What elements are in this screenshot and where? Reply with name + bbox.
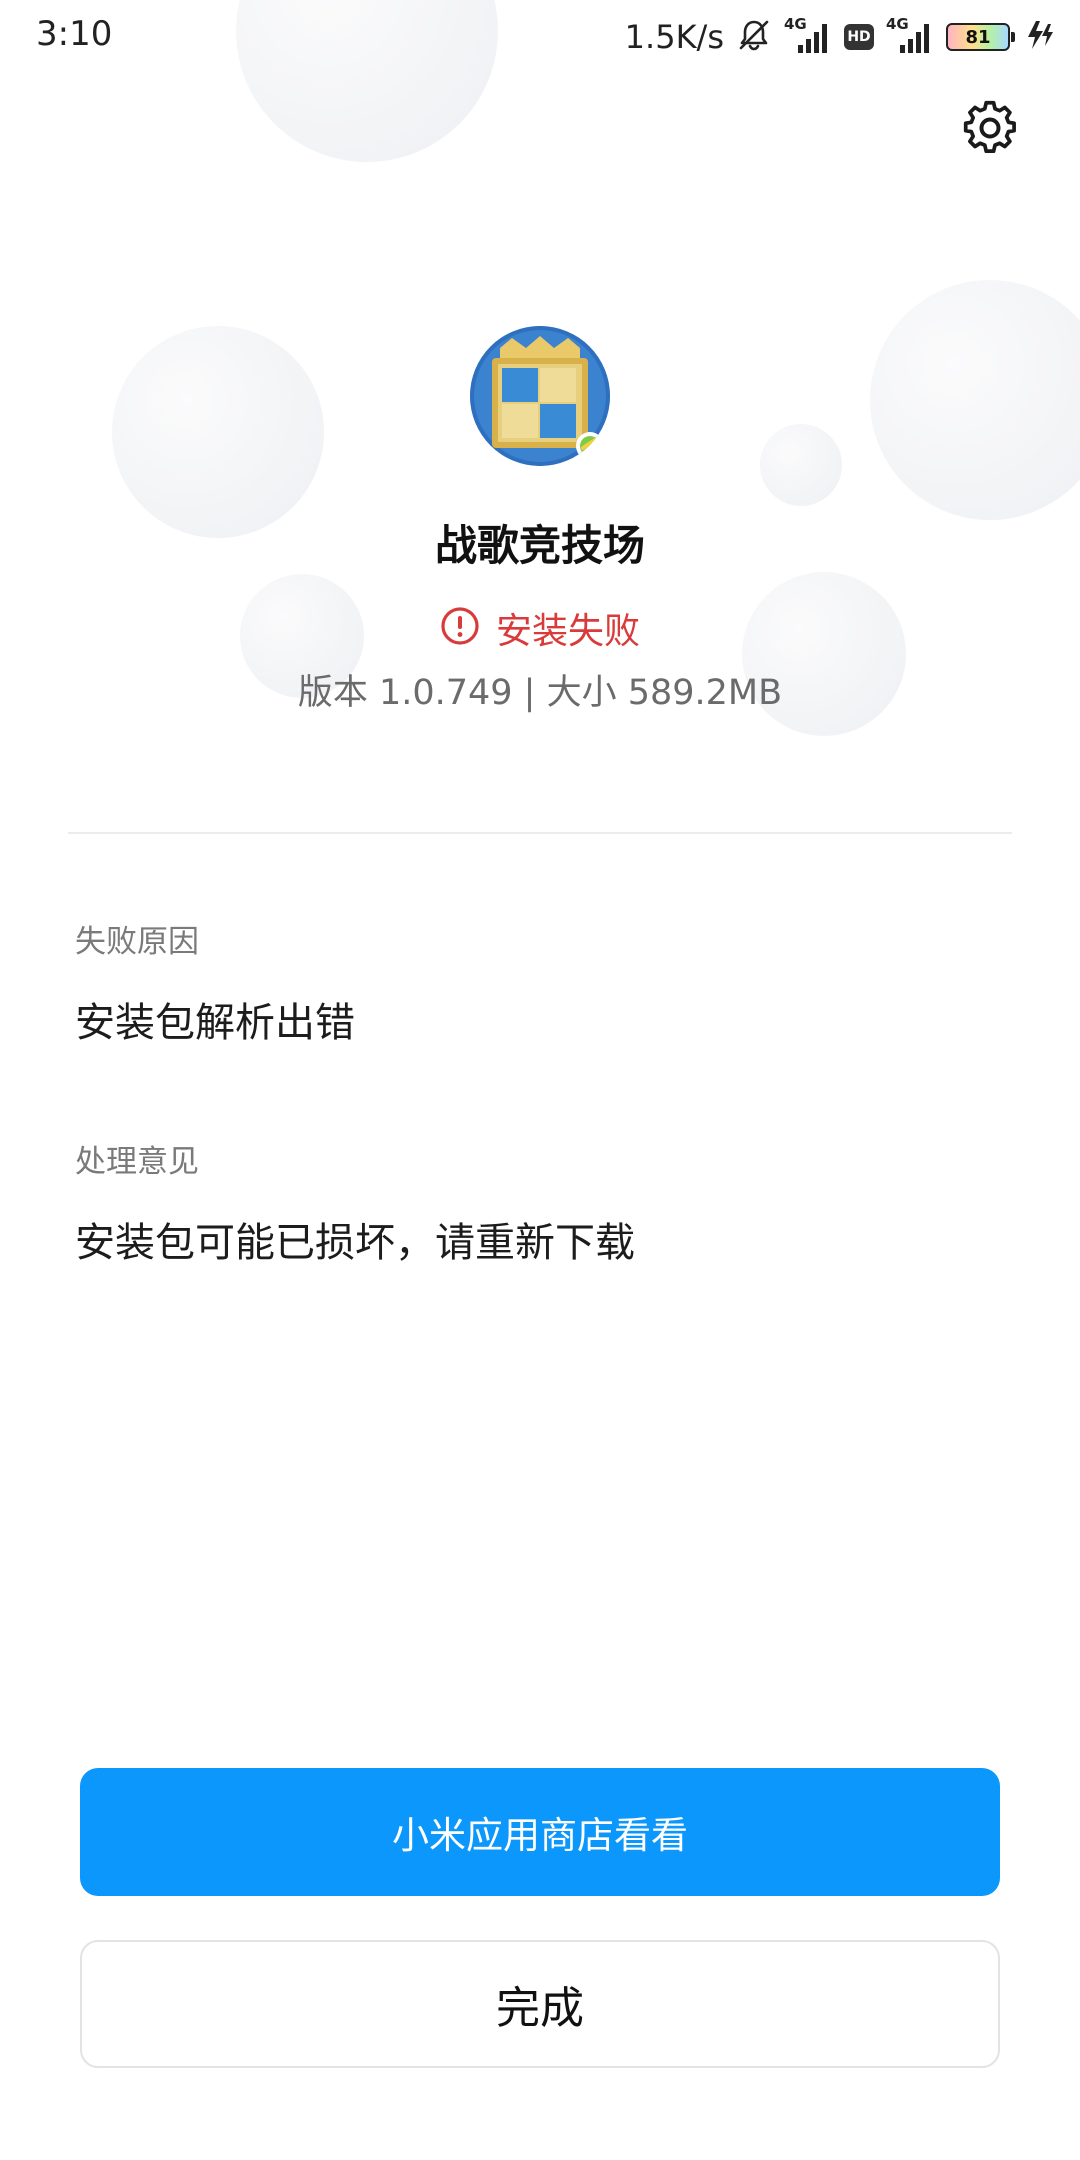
version-info: 版本 1.0.749 | 大小 589.2MB — [297, 673, 783, 713]
advice-value: 安装包可能已损坏，请重新下载 — [75, 1220, 635, 1266]
status-bar: 3:10 1.5K/s 4G HD 4G 81 — [0, 0, 1080, 76]
battery-icon: 81 — [946, 23, 1015, 51]
settings-button[interactable] — [958, 98, 1022, 162]
signal-icon: 4G — [886, 15, 934, 57]
decor-bubble — [870, 280, 1080, 520]
decor-bubble — [760, 424, 842, 506]
battery-level: 81 — [965, 26, 991, 48]
app-icon — [470, 326, 610, 466]
hd-badge: HD — [844, 24, 874, 50]
signal-icon: 4G — [784, 15, 832, 57]
charging-icon — [1022, 18, 1056, 56]
install-status-text: 安装失败 — [495, 611, 640, 652]
failure-reason-value: 安装包解析出错 — [75, 1000, 355, 1046]
failure-reason-label: 失败原因 — [75, 924, 199, 960]
status-time: 3:10 — [36, 14, 113, 54]
network-speed: 1.5K/s — [624, 18, 724, 56]
done-button[interactable]: 完成 — [80, 1940, 1000, 2068]
status-icons: 1.5K/s 4G HD 4G 81 — [625, 14, 1056, 60]
install-status: 安装失败 — [0, 602, 1080, 654]
error-circle-icon — [440, 606, 480, 650]
decor-bubble — [112, 326, 324, 538]
app-name: 战歌竞技场 — [434, 521, 645, 570]
gear-icon — [962, 100, 1018, 160]
open-app-store-button[interactable]: 小米应用商店看看 — [80, 1768, 1000, 1896]
bell-off-icon — [736, 17, 772, 57]
divider — [68, 832, 1012, 834]
advice-label: 处理意见 — [75, 1144, 199, 1180]
